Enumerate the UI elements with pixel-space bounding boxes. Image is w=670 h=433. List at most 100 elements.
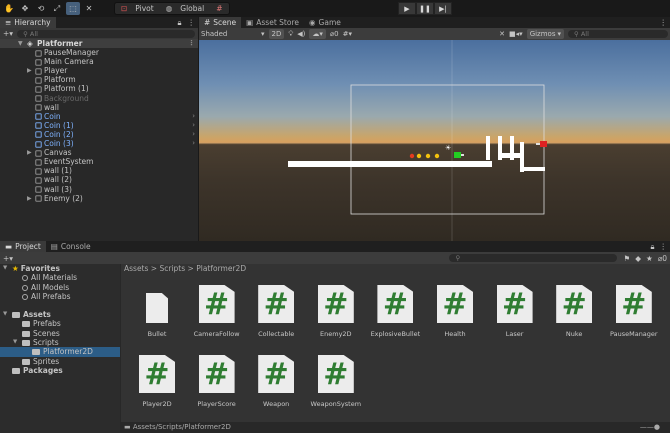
scene-search-input[interactable]: ⚲ All xyxy=(568,30,668,38)
lock-icon[interactable]: 🔒︎ xyxy=(178,18,182,28)
wall-1[interactable] xyxy=(498,136,502,160)
hidden-objects-toggle[interactable]: ⌀0 xyxy=(330,30,339,38)
hierarchy-item[interactable]: Coin (2) › xyxy=(0,130,198,139)
expand-arrow-icon[interactable]: ▼ xyxy=(3,310,7,319)
hierarchy-item[interactable]: ▶ Enemy (2) xyxy=(0,194,198,203)
hidden-packages-toggle[interactable]: ⌀0 xyxy=(658,254,667,263)
filter-by-label-icon[interactable]: ◆ xyxy=(635,254,641,263)
asset-item[interactable]: # Health xyxy=(426,285,484,338)
project-tree-item[interactable]: ▼ Assets xyxy=(0,310,120,319)
project-tree-item[interactable]: Scenes xyxy=(0,329,120,338)
rect-tool-icon[interactable]: ⬚ xyxy=(66,2,80,15)
asset-item[interactable]: # PauseManager xyxy=(605,285,663,338)
hierarchy-item[interactable]: wall xyxy=(0,103,198,112)
filter-by-type-icon[interactable]: ⚑ xyxy=(623,254,630,263)
platform[interactable] xyxy=(288,161,492,167)
hierarchy-item[interactable]: Platform (1) xyxy=(0,84,198,93)
player-sprite[interactable] xyxy=(454,152,461,158)
rotate-tool-icon[interactable]: ⟲ xyxy=(34,2,48,15)
asset-item[interactable]: Bullet xyxy=(128,285,186,338)
expand-arrow-icon[interactable]: ▶ xyxy=(27,148,32,157)
play-button[interactable]: ▶ xyxy=(398,2,416,15)
wall-2[interactable] xyxy=(510,136,514,160)
lighting-icon[interactable]: 💡︎ xyxy=(288,30,293,39)
global-button[interactable]: ◍ Global xyxy=(160,4,210,13)
hierarchy-item[interactable]: ▶ Player xyxy=(0,66,198,75)
coin-2[interactable] xyxy=(434,153,440,159)
pause-button[interactable]: ❚❚ xyxy=(416,2,434,15)
coin-red[interactable] xyxy=(409,153,415,159)
project-tree-item[interactable]: All Prefabs xyxy=(0,292,120,301)
project-tree-item[interactable]: Sprites xyxy=(0,357,120,366)
kebab-menu-icon[interactable]: ⋮ xyxy=(188,39,195,48)
project-tree-item[interactable]: ▼ Scripts xyxy=(0,338,120,347)
hierarchy-search-input[interactable]: ⚲ All xyxy=(17,29,195,38)
coin-1[interactable] xyxy=(425,153,431,159)
hierarchy-item[interactable]: EventSystem xyxy=(0,157,198,166)
tab-project[interactable]: ▬ Project xyxy=(0,241,46,252)
hierarchy-item[interactable]: Background xyxy=(0,94,198,103)
grid-dropdown[interactable]: #▾ xyxy=(343,30,352,38)
hierarchy-item[interactable]: Coin (3) › xyxy=(0,139,198,148)
create-plus-button[interactable]: +▾ xyxy=(3,29,13,38)
project-tree-item[interactable]: Prefabs xyxy=(0,319,120,328)
hierarchy-item[interactable]: ▶ Canvas xyxy=(0,148,198,157)
asset-item[interactable]: # Enemy2D xyxy=(307,285,365,338)
shading-mode-dropdown[interactable]: Shaded xyxy=(201,30,257,38)
camera-dropdown[interactable]: ■◂▾ xyxy=(509,30,523,38)
project-tree-item[interactable]: ▼ ★ Favorites xyxy=(0,264,120,273)
hierarchy-item[interactable]: PauseManager xyxy=(0,48,198,57)
hierarchy-item[interactable]: Coin › xyxy=(0,112,198,121)
project-tree-item[interactable]: Platformer2D xyxy=(0,347,120,357)
transform-tool-icon[interactable]: ✕ xyxy=(82,2,96,15)
scene-viewport[interactable]: ☀ xyxy=(199,40,670,241)
mode-2d-toggle[interactable]: 2D xyxy=(268,29,285,39)
project-tree-item[interactable]: All Materials xyxy=(0,273,120,282)
expand-arrow-icon[interactable]: ▼ xyxy=(3,264,7,273)
expand-arrow-icon[interactable]: ▶ xyxy=(27,66,32,75)
move-tool-icon[interactable]: ✥ xyxy=(18,2,32,15)
breadcrumb-assets[interactable]: Assets xyxy=(124,264,148,273)
wall[interactable] xyxy=(486,136,490,160)
prefab-open-chevron-icon[interactable]: › xyxy=(192,139,195,148)
create-plus-button[interactable]: +▾ xyxy=(3,254,13,263)
project-tree-item[interactable]: All Models xyxy=(0,283,120,292)
enemy-platform[interactable] xyxy=(520,167,545,171)
audio-icon[interactable]: ◀) xyxy=(297,30,305,38)
tab-game[interactable]: ◉ Game xyxy=(303,17,346,28)
breadcrumb-scripts[interactable]: Scripts xyxy=(159,264,185,273)
hierarchy-item[interactable]: wall (2) xyxy=(0,175,198,184)
asset-item[interactable]: # Player2D xyxy=(128,355,186,408)
prefab-open-chevron-icon[interactable]: › xyxy=(192,130,195,139)
tab-scene[interactable]: # Scene xyxy=(199,17,242,28)
enemy-sprite[interactable] xyxy=(540,141,547,147)
tab-console[interactable]: ▤ Console xyxy=(45,241,96,252)
tab-hierarchy[interactable]: ≡ Hierarchy xyxy=(0,17,56,28)
favorite-star-icon[interactable]: ★ xyxy=(646,254,653,263)
expand-arrow-icon[interactable]: ▼ xyxy=(18,39,23,48)
expand-arrow-icon[interactable]: ▼ xyxy=(13,338,17,347)
expand-arrow-icon[interactable]: ▶ xyxy=(27,194,32,203)
tab-asset-store[interactable]: ▣ Asset Store xyxy=(241,17,304,28)
breadcrumb-platformer2d[interactable]: Platformer2D xyxy=(196,264,246,273)
pivot-button[interactable]: ⊡ Pivot xyxy=(115,4,160,13)
project-search-input[interactable]: ⚲ xyxy=(449,254,618,262)
effects-dropdown[interactable]: ☁▾ xyxy=(309,29,326,39)
asset-item[interactable]: # Weapon xyxy=(247,355,305,408)
hierarchy-item[interactable]: wall (3) xyxy=(0,185,198,194)
hierarchy-item[interactable]: wall (1) xyxy=(0,166,198,175)
kebab-menu-icon[interactable]: ⋮ xyxy=(188,18,196,27)
hand-tool-icon[interactable]: ✋ xyxy=(2,2,16,15)
tools-icon[interactable]: ✕ xyxy=(499,30,505,38)
asset-item[interactable]: # ExplosiveBullet xyxy=(366,285,424,338)
lock-icon[interactable]: 🔒︎ xyxy=(651,242,655,252)
asset-item[interactable]: # Laser xyxy=(486,285,544,338)
scene-root-row[interactable]: ▼ ◈ Platformer ⋮ xyxy=(0,39,198,49)
asset-item[interactable]: # Nuke xyxy=(545,285,603,338)
coin[interactable] xyxy=(416,153,422,159)
asset-item[interactable]: # Collectable xyxy=(247,285,305,338)
asset-item[interactable]: # WeaponSystem xyxy=(307,355,365,408)
scale-tool-icon[interactable]: ⤢ xyxy=(50,2,64,15)
project-tree-item[interactable]: Packages xyxy=(0,366,120,375)
icon-size-slider[interactable]: ——● xyxy=(640,422,660,433)
